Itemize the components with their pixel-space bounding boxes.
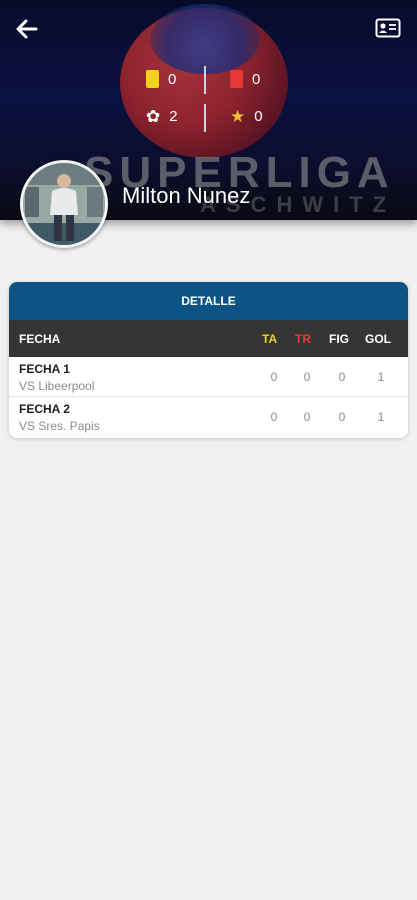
player-photo — [23, 163, 105, 245]
flower-icon: ✿ — [146, 107, 161, 126]
row-fig: 0 — [338, 370, 346, 384]
star-stat: ★ 0 — [230, 108, 263, 125]
arrow-left-icon — [16, 19, 38, 39]
figure-count: 2 — [169, 108, 178, 125]
row-fecha: FECHA 2 — [19, 402, 70, 416]
table-row[interactable]: FECHA 2 VS Sres. Papis 0 0 0 1 — [9, 397, 408, 437]
row-fecha: FECHA 1 — [19, 362, 70, 376]
column-ta: TA — [262, 332, 278, 346]
yellow-card-stat: 0 — [146, 70, 176, 88]
detail-card: DETALLE FECHA TA TR FIG GOL FECHA 1 VS L… — [9, 282, 408, 438]
row-gol: 1 — [377, 370, 385, 384]
red-card-count: 0 — [252, 70, 261, 88]
back-button[interactable] — [12, 14, 42, 44]
star-count: 0 — [254, 108, 263, 125]
row-rival: VS Sres. Papis — [19, 419, 100, 433]
column-fig: FIG — [329, 332, 349, 346]
row-rival: VS Libeerpool — [19, 379, 95, 393]
row-ta: 0 — [270, 410, 278, 424]
table-header: FECHA TA TR FIG GOL — [9, 320, 408, 357]
figure-stat: ✿ 2 — [146, 108, 178, 125]
row-gol: 1 — [377, 410, 385, 424]
stats-divider — [204, 104, 206, 132]
red-card-icon — [230, 70, 243, 88]
column-gol: GOL — [365, 332, 391, 346]
yellow-card-icon — [146, 70, 159, 88]
row-tr: 0 — [303, 370, 311, 384]
row-ta: 0 — [270, 370, 278, 384]
player-stats: 0 0 ✿ 2 ★ 0 — [140, 62, 280, 132]
row-fig: 0 — [338, 410, 346, 424]
column-tr: TR — [295, 332, 311, 346]
table-row[interactable]: FECHA 1 VS Libeerpool 0 0 0 1 — [9, 357, 408, 397]
yellow-card-count: 0 — [168, 70, 177, 88]
player-name: Milton Nunez — [122, 183, 251, 208]
id-card-icon — [375, 18, 401, 38]
player-avatar — [20, 160, 108, 248]
stats-divider — [204, 66, 206, 94]
id-card-button[interactable] — [375, 17, 401, 39]
row-tr: 0 — [303, 410, 311, 424]
red-card-stat: 0 — [230, 70, 260, 88]
detail-title: DETALLE — [9, 282, 408, 320]
column-fecha: FECHA — [19, 332, 61, 346]
star-icon: ★ — [230, 107, 246, 126]
